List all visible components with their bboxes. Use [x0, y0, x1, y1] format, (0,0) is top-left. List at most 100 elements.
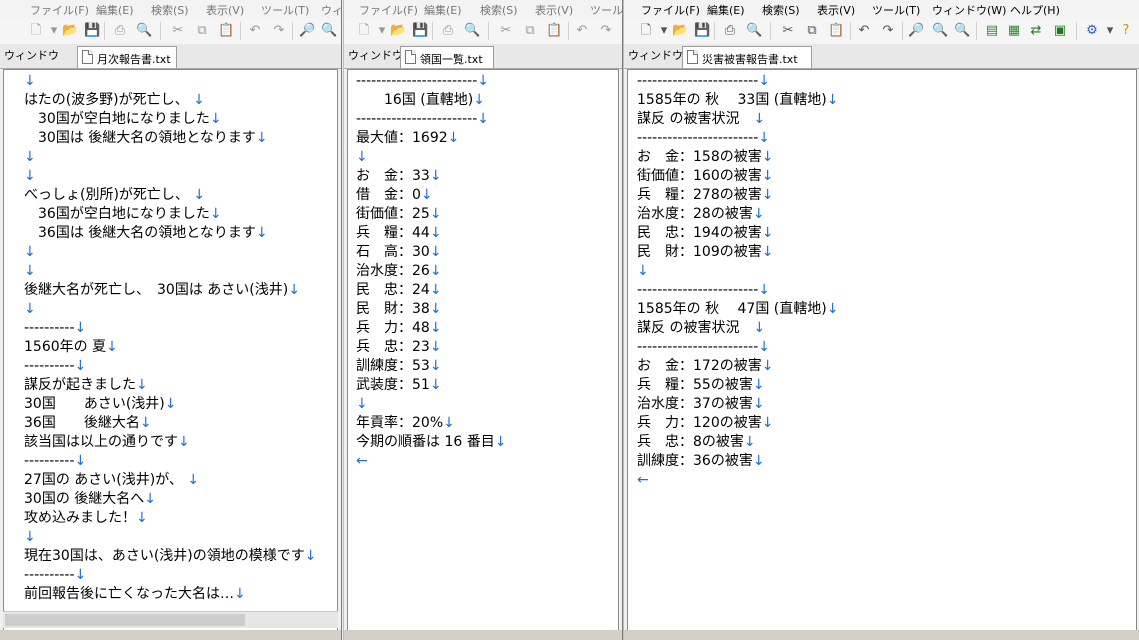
window-list-label[interactable]: ウィンドウ	[628, 47, 683, 63]
print-icon[interactable]: ⎙	[112, 23, 128, 39]
new-file-icon[interactable]: 🗋	[28, 23, 44, 39]
print-icon[interactable]: ⎙	[440, 23, 456, 39]
newline-mark: ↓	[24, 244, 36, 260]
tab-province-list[interactable]: 領国一覧.txt	[400, 46, 494, 68]
newline-mark: ↓	[24, 529, 36, 545]
undo-icon[interactable]: ↶	[247, 23, 263, 39]
open-folder-icon[interactable]: 📂	[672, 23, 688, 39]
menu-edit[interactable]: 編集(E)	[424, 2, 462, 18]
new-file-icon[interactable]: 🗋	[356, 23, 372, 39]
line-text: 後継大名が死亡し、 30国は あさい(浅井)	[24, 282, 289, 298]
menu-view[interactable]: 表示(V)	[535, 2, 573, 18]
line-text: 武装度：51	[356, 377, 430, 393]
paste-icon[interactable]: 📋	[546, 23, 562, 39]
newline-mark: ↓	[761, 149, 774, 165]
grep-icon[interactable]: ▤	[984, 23, 1000, 39]
line-text: 借 金：0	[356, 187, 421, 203]
menu-file[interactable]: ファイル(F)	[359, 2, 418, 18]
dropdown-arrow-icon[interactable]: ▾	[1102, 23, 1118, 39]
editor-window-monthly-report: ファイル(F) 編集(E) 検索(S) 表示(V) ツール(T) ウィンドウ(W…	[0, 0, 342, 640]
menu-file[interactable]: ファイル(F)	[641, 2, 700, 18]
text-area[interactable]: ------------------------↓ 1585年の 秋 33国 (直…	[627, 69, 1137, 640]
paste-icon[interactable]: 📋	[828, 23, 844, 39]
menu-search[interactable]: 検索(S)	[762, 2, 800, 18]
print-preview-icon[interactable]: 🔍	[464, 23, 480, 39]
redo-icon[interactable]: ↷	[880, 23, 896, 39]
menu-tools[interactable]: ツール(T)	[872, 2, 920, 18]
text-area[interactable]: ↓ はたの(波多野)が死亡し、 ↓ 30国が空白地になりました↓ 30国は 後継大…	[3, 69, 338, 640]
text-line: 兵 力：48↓	[356, 319, 442, 338]
tab-monthly-report[interactable]: 月次報告書.txt	[77, 46, 177, 68]
horizontal-scrollbar[interactable]	[3, 611, 338, 628]
window-list-label[interactable]: ウィンドウ	[348, 47, 403, 63]
new-file-icon[interactable]: 🗋	[638, 23, 654, 39]
newline-mark: ↓	[24, 149, 36, 165]
menu-file[interactable]: ファイル(F)	[30, 2, 89, 18]
print-preview-icon[interactable]: 🔍	[746, 23, 762, 39]
cut-icon[interactable]: ✂	[498, 23, 514, 39]
compare-icon[interactable]: ⇄	[1028, 23, 1044, 39]
text-line: 最大値：1692↓	[356, 129, 459, 148]
find-prev-icon[interactable]: 🔍	[954, 23, 970, 39]
outline-icon[interactable]: ▦	[1006, 23, 1022, 39]
newline-mark: ↓	[429, 244, 442, 260]
copy-icon[interactable]: ⧉	[522, 23, 538, 39]
text-line: 街価値：160の被害↓	[637, 167, 773, 186]
dropdown-arrow-icon[interactable]: ▾	[374, 23, 390, 39]
menu-tools[interactable]: ツール(T)	[261, 2, 309, 18]
find-icon[interactable]: 🔎	[908, 23, 924, 39]
text-line: ↓	[24, 243, 36, 262]
tab-disaster-report[interactable]: 災害被害報告書.txt	[682, 46, 812, 68]
redo-icon[interactable]: ↷	[271, 23, 287, 39]
newline-mark: ↓	[758, 130, 770, 146]
text-line: ----------↓	[24, 319, 86, 338]
save-icon[interactable]: 💾	[412, 23, 428, 39]
line-text: 1560年の 夏	[24, 339, 107, 355]
save-icon[interactable]: 💾	[84, 23, 100, 39]
newline-mark: ↓	[758, 282, 770, 298]
menu-search[interactable]: 検索(S)	[480, 2, 518, 18]
menu-view[interactable]: 表示(V)	[206, 2, 244, 18]
copy-icon[interactable]: ⧉	[804, 23, 820, 39]
menu-window[interactable]: ウィンドウ(W)	[932, 2, 1006, 18]
line-text: 民 忠：24	[356, 282, 430, 298]
menu-tools[interactable]: ツール(T)	[590, 2, 622, 18]
cut-icon[interactable]: ✂	[170, 23, 186, 39]
paste-icon[interactable]: 📋	[218, 23, 234, 39]
dropdown-arrow-icon[interactable]: ▾	[46, 23, 62, 39]
print-icon[interactable]: ⎙	[722, 23, 738, 39]
newline-mark: ↓	[24, 168, 36, 184]
menu-view[interactable]: 表示(V)	[817, 2, 855, 18]
menu-edit[interactable]: 編集(E)	[707, 2, 745, 18]
undo-icon[interactable]: ↶	[856, 23, 872, 39]
help-icon[interactable]: ?	[1118, 23, 1134, 39]
menu-help[interactable]: ヘルプ(H)	[1010, 2, 1060, 18]
cut-icon[interactable]: ✂	[780, 23, 796, 39]
open-folder-icon[interactable]: 📂	[62, 23, 78, 39]
undo-icon[interactable]: ↶	[574, 23, 590, 39]
copy-icon[interactable]: ⧉	[194, 23, 210, 39]
newline-mark: ↓	[74, 567, 87, 583]
scroll-thumb[interactable]	[5, 614, 245, 626]
text-area[interactable]: ------------------------↓ 16国 (直轄地)↓ ----…	[347, 69, 619, 640]
save-icon[interactable]: 💾	[694, 23, 710, 39]
newline-mark: ↓	[429, 358, 442, 374]
window-list-label[interactable]: ウィンドウ	[4, 47, 59, 63]
text-line: 30国 あさい(浅井)↓	[24, 395, 176, 414]
dropdown-arrow-icon[interactable]: ▾	[656, 23, 672, 39]
settings-icon[interactable]: ⚙	[1084, 23, 1100, 39]
print-preview-icon[interactable]: 🔍	[136, 23, 152, 39]
redo-icon[interactable]: ↷	[598, 23, 614, 39]
menu-edit[interactable]: 編集(E)	[96, 2, 134, 18]
open-folder-icon[interactable]: 📂	[390, 23, 406, 39]
tab-title: 災害被害報告書.txt	[702, 53, 798, 66]
menu-window[interactable]: ウィンドウ(W)	[321, 2, 341, 18]
find-icon[interactable]: 🔎	[299, 23, 315, 39]
menu-search[interactable]: 検索(S)	[151, 2, 189, 18]
text-line: 30国が空白地になりました↓	[24, 110, 222, 129]
find-next-icon[interactable]: 🔍	[932, 23, 948, 39]
text-line: 30国は 後継大名の領地となります↓	[24, 129, 268, 148]
text-line: 謀反 の被害状況 ↓	[637, 319, 765, 338]
tag-jump-icon[interactable]: ▣	[1052, 23, 1068, 39]
find-next-icon[interactable]: 🔍	[321, 23, 337, 39]
